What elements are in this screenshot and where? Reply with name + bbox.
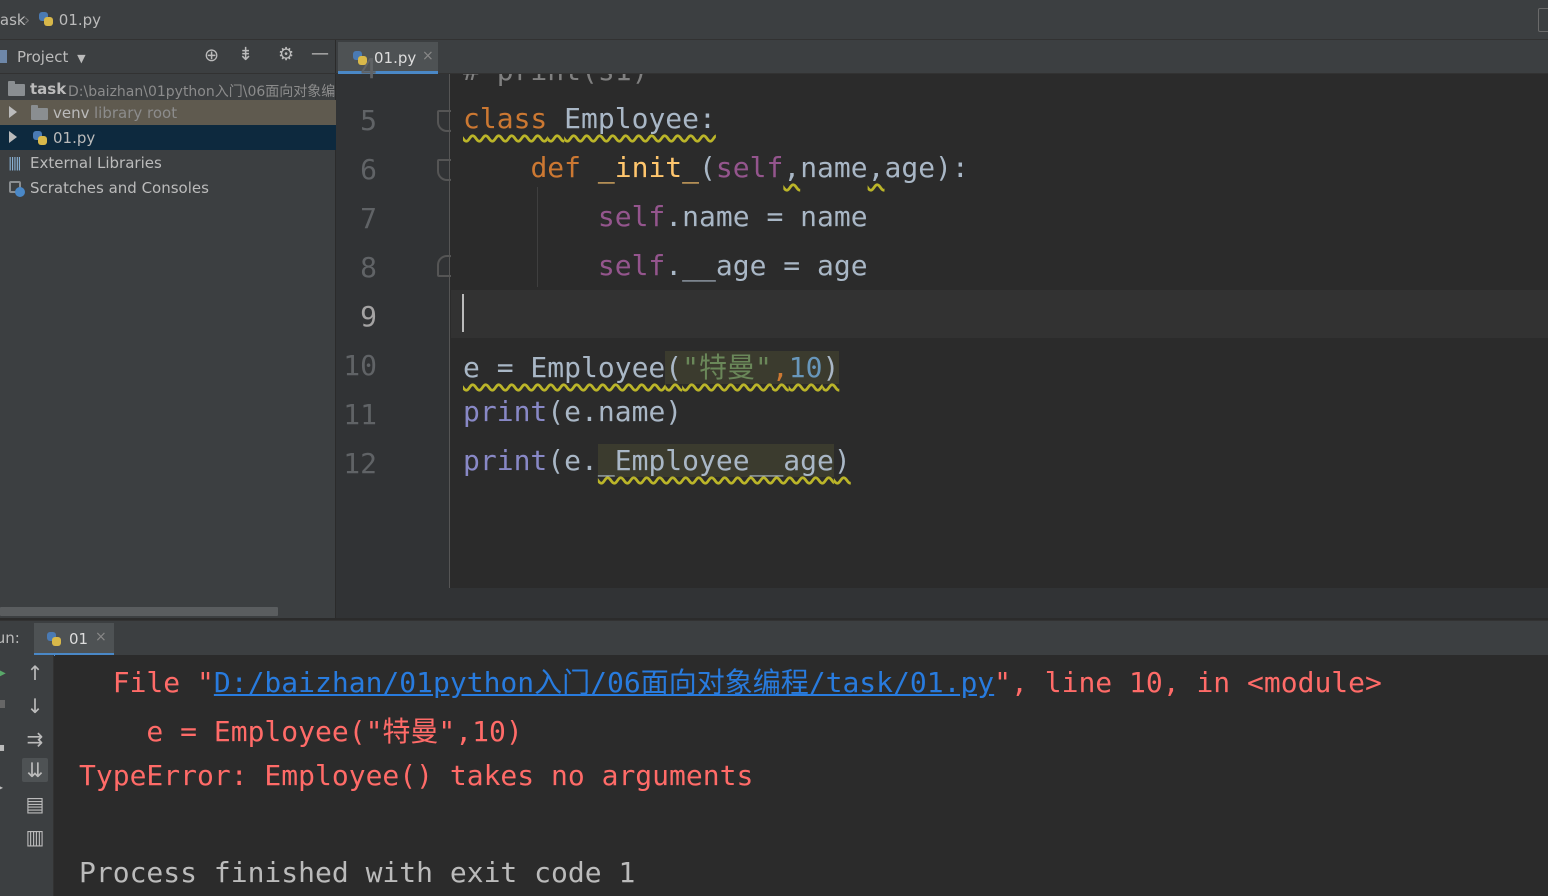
code-line-10: e = Employee("特曼",10): [463, 351, 840, 384]
close-icon[interactable]: ×: [422, 48, 434, 64]
tree-item-path: D:\baizhan\01python入门\06面向对象编: [68, 84, 336, 100]
project-horizontal-scrollbar[interactable]: [0, 607, 278, 616]
tree-item-label: venv: [53, 104, 90, 122]
breadcrumb-separator: ›: [24, 11, 30, 29]
text-cursor: [462, 294, 464, 332]
line-number: 4: [360, 52, 377, 85]
target-icon[interactable]: ⊕: [204, 45, 219, 66]
console-exit-line: Process finished with exit code 1: [79, 856, 636, 889]
run-label: Run:: [0, 629, 20, 647]
tree-item-label: External Libraries: [30, 154, 162, 172]
code-line-6: def _init_(self,name,age):: [530, 151, 969, 184]
scroll-to-end-icon[interactable]: ⇊: [22, 758, 48, 782]
code-line-7: self.name = name: [597, 200, 868, 233]
python-file-icon: [38, 11, 54, 27]
tree-item-venv[interactable]: venv library root: [0, 100, 336, 125]
soft-wrap-icon[interactable]: ⇉: [22, 727, 48, 751]
project-panel-header: Project ▼ ⊕ ⇟ ⚙ —: [0, 40, 336, 74]
navigation-bar: task › 01.py: [0, 0, 1548, 40]
chevron-down-icon: ▼: [77, 52, 86, 65]
code-line-8: self.__age = age: [597, 249, 868, 282]
breadcrumb-file[interactable]: 01.py: [38, 11, 101, 29]
folder-icon: [8, 81, 25, 96]
tree-item-scratches[interactable]: Scratches and Consoles: [0, 175, 336, 200]
line-number: 11: [343, 398, 377, 431]
project-panel: Project ▼ ⊕ ⇟ ⚙ — task D:\baizhan\01pyth…: [0, 40, 336, 618]
code-line-4: # print(s1): [463, 74, 648, 87]
code-line-11: print(e.name): [463, 395, 683, 428]
close-icon[interactable]: ×: [95, 629, 107, 645]
rerun-icon[interactable]: ▶: [0, 665, 6, 681]
code-editor[interactable]: # print(s1) class Employee: def _init_(s…: [451, 74, 1548, 588]
run-tab-01[interactable]: 01 ×: [34, 623, 114, 656]
minimize-icon[interactable]: —: [311, 43, 329, 64]
python-file-icon: [32, 130, 48, 146]
arrow-up-icon[interactable]: ↑: [22, 661, 48, 685]
current-line-highlight: [451, 290, 1548, 338]
code-line-5: class Employee:: [463, 102, 716, 135]
line-number: 5: [360, 104, 377, 137]
run-panel-header: Run: 01 ×: [0, 620, 1548, 656]
tab-label: 01.py: [374, 49, 417, 67]
tree-item-label: 01.py: [53, 129, 96, 147]
library-icon: |||‖: [8, 156, 22, 171]
tree-item-external-libraries[interactable]: |||‖ External Libraries: [0, 150, 336, 175]
line-number: 6: [360, 153, 377, 186]
file-link[interactable]: D:/baizhan/01python入门/06面向对象编程/task/01.p…: [214, 666, 994, 699]
tree-item-file[interactable]: 01.py: [0, 125, 336, 150]
line-number: 12: [343, 447, 377, 480]
editor-gutter: 4 5 6 7 8 9 10 11 12: [336, 52, 459, 588]
trash-icon[interactable]: ▥: [22, 825, 48, 849]
folder-icon: [31, 105, 48, 120]
line-number: 10: [343, 349, 377, 382]
expand-arrow-icon[interactable]: [9, 106, 17, 118]
project-view-icon: [0, 50, 7, 63]
stop-icon[interactable]: [0, 700, 5, 708]
tree-item-task[interactable]: task D:\baizhan\01python入门\06面向对象编: [0, 76, 336, 101]
gear-icon[interactable]: ⚙: [278, 44, 294, 65]
run-toolbar: ▶ ▪ ▸ ↑ ↓ ⇉ ⇊ ▤ ▥: [0, 655, 54, 896]
run-console[interactable]: File "D:/baizhan/01python入门/06面向对象编程/tas…: [55, 655, 1548, 896]
run-tab-label: 01: [69, 630, 89, 648]
console-error-line: TypeError: Employee() takes no arguments: [79, 759, 754, 792]
layout-icon[interactable]: ▪: [0, 740, 5, 754]
console-file-line: File "D:/baizhan/01python入门/06面向对象编程/tas…: [79, 666, 1382, 699]
editor-tab-bar: 01.py ×: [336, 40, 1548, 74]
tree-item-label: task: [30, 80, 67, 98]
arrow-down-icon[interactable]: ↓: [22, 694, 48, 718]
console-code-line: e = Employee("特曼",10): [79, 715, 523, 748]
breadcrumb-project[interactable]: task: [0, 11, 26, 29]
project-view-selector[interactable]: Project ▼: [17, 48, 86, 66]
line-number: 8: [360, 251, 377, 284]
line-number: 7: [360, 202, 377, 235]
python-file-icon: [46, 631, 62, 647]
collapse-icon[interactable]: ⇟: [238, 44, 253, 65]
tree-item-label: Scratches and Consoles: [30, 179, 209, 197]
tree-item-note: library root: [94, 104, 178, 122]
window-control[interactable]: [1538, 8, 1548, 32]
print-icon[interactable]: ▤: [22, 792, 48, 816]
tab-01-py[interactable]: 01.py ×: [338, 42, 438, 74]
pin-icon[interactable]: ▸: [0, 780, 3, 794]
editor-bottom-area: [336, 588, 1548, 618]
code-line-12: print(e._Employee__age): [463, 444, 851, 477]
expand-arrow-icon[interactable]: [9, 131, 17, 143]
clock-icon: [15, 187, 25, 197]
line-number: 9: [360, 300, 377, 333]
